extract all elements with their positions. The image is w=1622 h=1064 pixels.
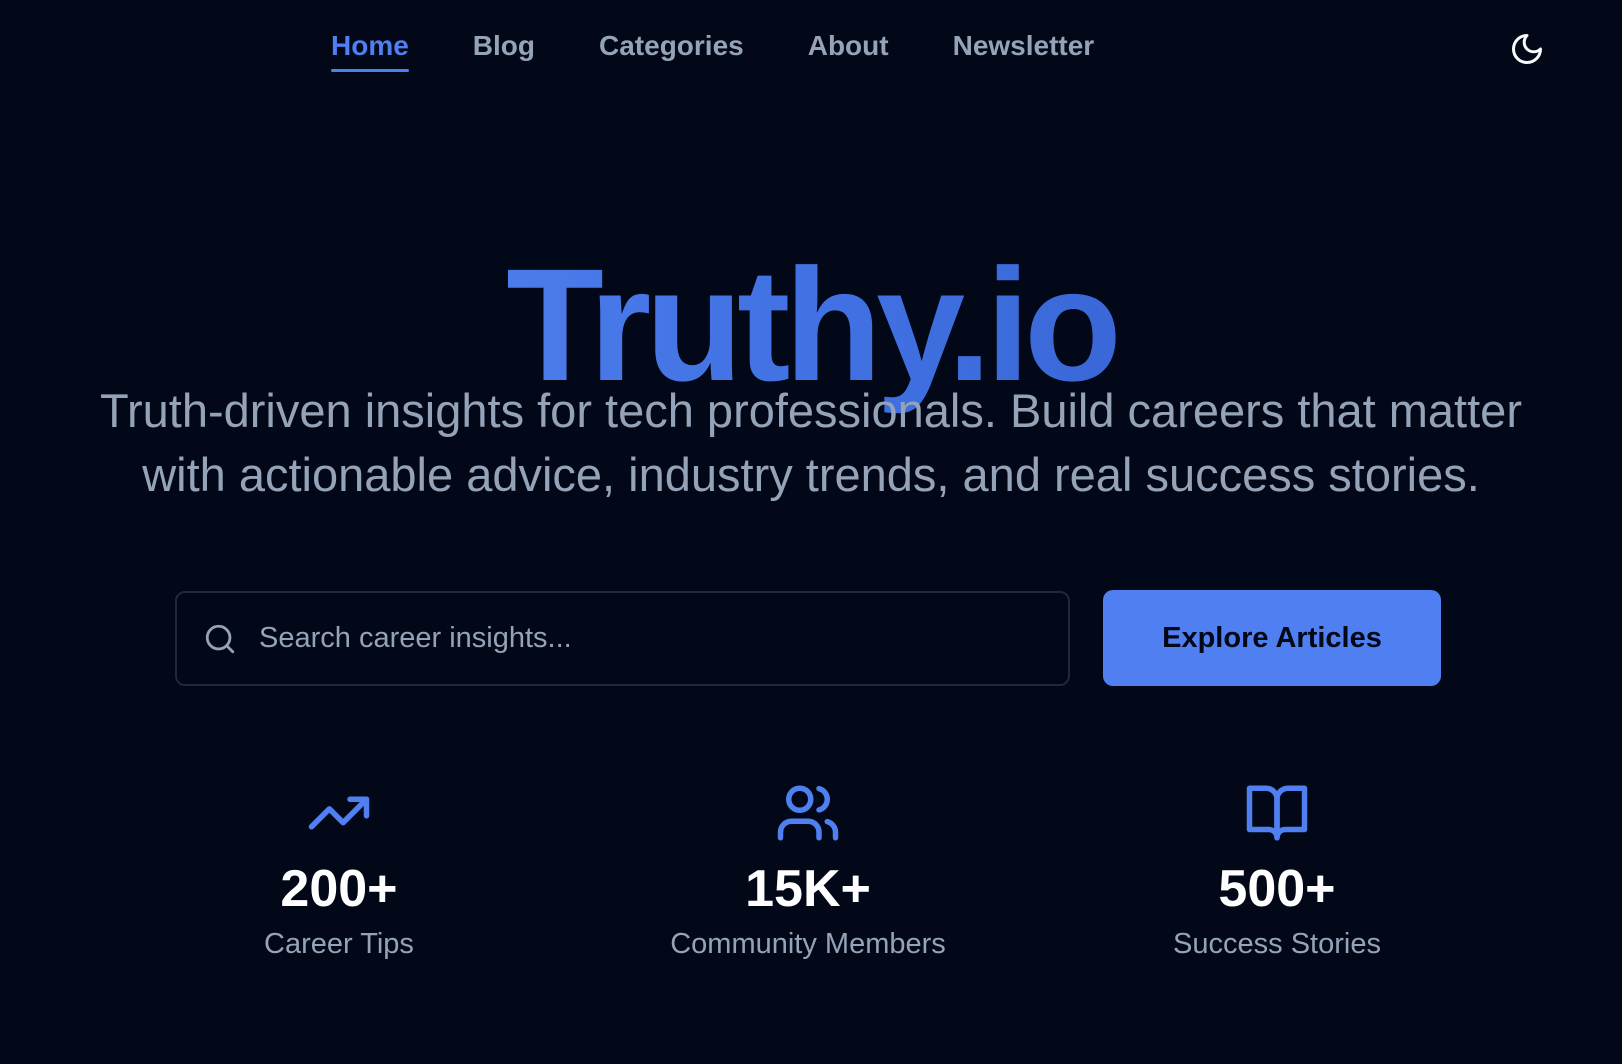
moon-icon (1512, 34, 1542, 64)
users-icon (777, 785, 839, 841)
top-navigation: Home Blog Categories About Newsletter (0, 0, 1622, 100)
stat-value: 500+ (1218, 860, 1336, 918)
stat-value: 200+ (280, 860, 398, 918)
nav-item-home[interactable]: Home (331, 30, 409, 72)
stat-label: Community Members (670, 928, 946, 960)
stat-community-members: 15K+ Community Members (628, 780, 988, 964)
nav-item-about[interactable]: About (808, 30, 889, 72)
nav-links: Home Blog Categories About Newsletter (331, 30, 1094, 72)
nav-item-blog[interactable]: Blog (473, 30, 535, 72)
search-icon (205, 624, 235, 653)
nav-item-newsletter[interactable]: Newsletter (953, 30, 1095, 72)
search-box (175, 591, 1070, 686)
stat-success-stories: 500+ Success Stories (1097, 780, 1457, 964)
stat-label: Career Tips (264, 928, 414, 960)
trending-up-icon (308, 796, 370, 830)
theme-toggle-button[interactable] (1507, 29, 1547, 69)
explore-articles-button[interactable]: Explore Articles (1103, 590, 1441, 686)
search-input[interactable] (257, 592, 1048, 685)
book-open-icon (1246, 785, 1308, 841)
hero-tagline: Truth-driven insights for tech professio… (100, 384, 1522, 501)
stat-value: 15K+ (745, 860, 871, 918)
stat-label: Success Stories (1173, 928, 1381, 960)
nav-item-categories[interactable]: Categories (599, 30, 744, 72)
stat-career-tips: 200+ Career Tips (159, 780, 519, 964)
